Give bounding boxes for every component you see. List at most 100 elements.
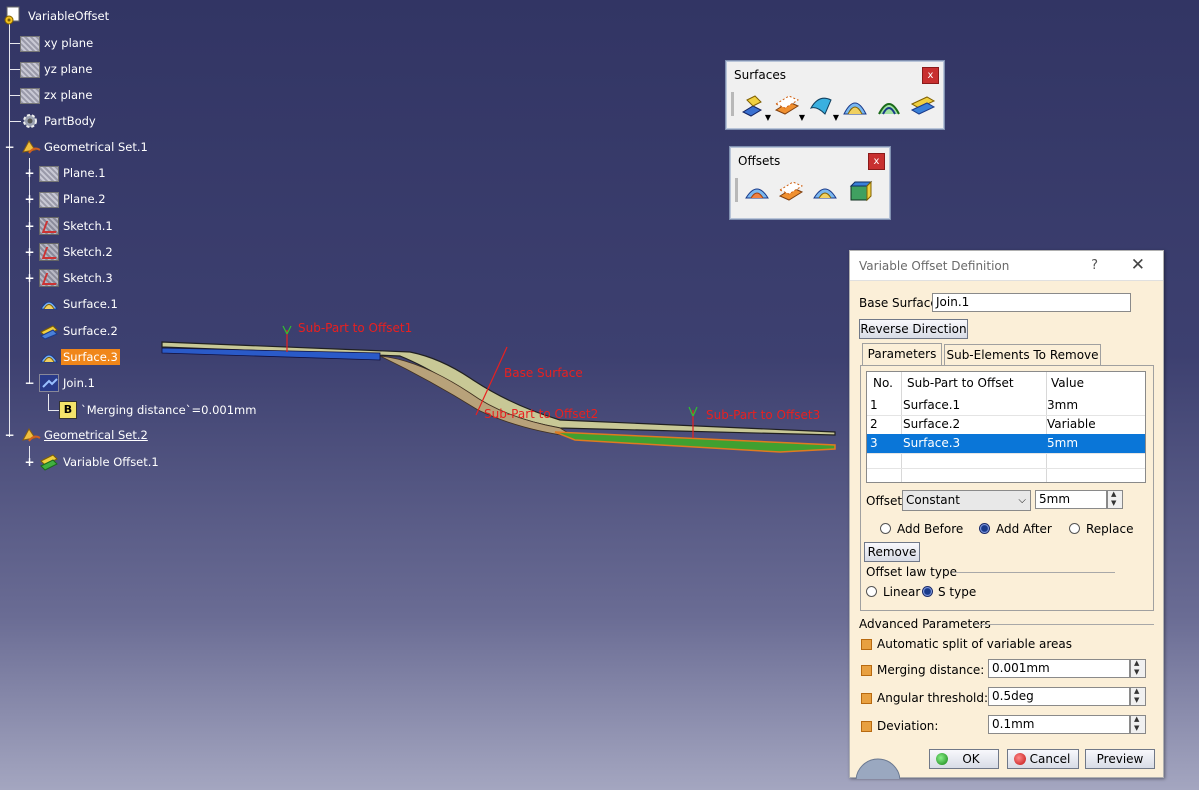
tree-item-partbody[interactable]: PartBody — [20, 111, 98, 131]
close-icon[interactable]: x — [922, 67, 939, 84]
tree-item-variable-offset-1[interactable]: Variable Offset.1 — [39, 452, 161, 472]
help-icon[interactable]: ? — [1091, 258, 1098, 273]
expand-icon[interactable]: + — [24, 272, 35, 284]
collapse-icon[interactable]: − — [4, 141, 15, 153]
tree-item-plane-1[interactable]: Plane.1 — [39, 163, 108, 183]
variable-offset-button[interactable] — [777, 178, 805, 206]
offset-value-spinner[interactable] — [1107, 490, 1123, 509]
tree-item-xy-plane[interactable]: xy plane — [20, 33, 95, 53]
expand-icon[interactable]: + — [24, 246, 35, 258]
ruled-surface-icon — [39, 322, 59, 340]
extrude-surface-icon — [39, 348, 59, 366]
expand-icon[interactable]: + — [24, 220, 35, 232]
thick-surface-button[interactable] — [845, 178, 873, 206]
row-value: 3mm — [1047, 398, 1079, 412]
add-before-radio[interactable] — [880, 523, 891, 534]
replace-radio[interactable] — [1069, 523, 1080, 534]
fill-button[interactable] — [841, 92, 869, 120]
tree-item-label: zx plane — [44, 88, 93, 102]
tree-item-join-1[interactable]: Join.1 — [39, 373, 97, 393]
dialog-titlebar[interactable]: Variable Offset Definition ? ✕ — [850, 251, 1163, 281]
add-after-radio[interactable] — [979, 523, 990, 534]
tree-item-plane-2[interactable]: Plane.2 — [39, 189, 108, 209]
blend-button[interactable] — [909, 92, 937, 120]
merging-distance-spinner[interactable] — [1130, 659, 1146, 678]
tab-parameters[interactable]: Parameters — [862, 343, 942, 365]
tree-item-surface-3[interactable]: Surface.3 — [39, 347, 120, 367]
sweep-button[interactable]: ▼ — [807, 92, 839, 122]
dropdown-arrow-icon[interactable]: ▼ — [765, 113, 771, 122]
tree-item-zx-plane[interactable]: zx plane — [20, 85, 94, 105]
tree-item-sketch-1[interactable]: Sketch.1 — [39, 216, 115, 236]
angular-threshold-spinner[interactable] — [1130, 687, 1146, 706]
linear-radio[interactable] — [866, 586, 877, 597]
ok-button[interactable]: OK — [929, 749, 999, 769]
row-divider — [867, 468, 1145, 469]
header-sub-part[interactable]: Sub-Part to Offset — [907, 374, 1014, 392]
tree-item-geometrical-set-2[interactable]: Geometrical Set.2 — [20, 425, 150, 445]
reverse-direction-button[interactable]: Reverse Direction — [859, 319, 968, 339]
table-row[interactable]: 1 Surface.1 3mm — [867, 396, 1145, 415]
auto-split-checkbox[interactable] — [861, 639, 872, 650]
offset-mode-select[interactable]: Constant ⌵ — [902, 490, 1031, 511]
multi-sections-button[interactable] — [875, 92, 903, 120]
tree-item-sketch-2[interactable]: Sketch.2 — [39, 242, 115, 262]
preview-button[interactable]: Preview — [1085, 749, 1155, 769]
header-value[interactable]: Value — [1051, 374, 1084, 392]
offset-surface-button[interactable] — [743, 178, 771, 206]
offset-value-field[interactable]: 5mm — [1035, 490, 1107, 509]
collapse-icon[interactable]: − — [4, 429, 15, 441]
tree-item-surface-2[interactable]: Surface.2 — [39, 321, 120, 341]
collapse-icon[interactable]: − — [24, 377, 35, 389]
tree-item-geometrical-set-1[interactable]: Geometrical Set.1 — [20, 137, 150, 157]
tree-item-surface-1[interactable]: Surface.1 — [39, 294, 120, 314]
deviation-checkbox[interactable] — [861, 721, 872, 732]
extrude-button[interactable]: ▼ — [739, 92, 771, 122]
catia-logo-icon — [855, 758, 900, 779]
row-value: 5mm — [1047, 436, 1079, 450]
expand-icon[interactable]: + — [24, 456, 35, 468]
offsets-toolbar[interactable]: Offsets x — [730, 147, 890, 219]
add-before-label: Add Before — [897, 522, 964, 536]
angular-threshold-field[interactable]: 0.5deg — [988, 687, 1130, 706]
tab-sub-elements-to-remove[interactable]: Sub-Elements To Remove — [944, 344, 1101, 366]
remove-button[interactable]: Remove — [864, 542, 920, 562]
rough-offset-button[interactable] — [811, 178, 839, 206]
s-type-radio[interactable] — [922, 586, 933, 597]
ok-label: OK — [962, 752, 980, 766]
blend-icon — [910, 96, 936, 115]
expand-icon[interactable]: + — [24, 167, 35, 179]
dropdown-arrow-icon[interactable]: ▼ — [799, 113, 805, 122]
merging-distance-checkbox[interactable] — [861, 665, 872, 676]
offset-surface-3[interactable] — [554, 431, 836, 453]
table-row-selected[interactable]: 3 Surface.3 5mm — [867, 434, 1145, 453]
variable-offset-dialog[interactable]: Variable Offset Definition ? ✕ Base Surf… — [849, 250, 1164, 779]
tree-item-label: xy plane — [44, 36, 94, 50]
deviation-spinner[interactable] — [1130, 715, 1146, 734]
surfaces-toolbar-title[interactable]: Surfaces x — [727, 62, 943, 88]
annotation-base-surface: Base Surface — [504, 366, 583, 380]
base-surface-field[interactable]: Join.1 — [932, 293, 1131, 312]
table-row[interactable]: 2 Surface.2 Variable — [867, 415, 1145, 434]
dropdown-arrow-icon[interactable]: ▼ — [833, 113, 839, 122]
geometrical-set-icon — [20, 138, 41, 156]
angular-threshold-checkbox[interactable] — [861, 693, 872, 704]
tree-item-sketch-3[interactable]: Sketch.3 — [39, 268, 115, 288]
close-icon[interactable]: x — [868, 153, 885, 170]
offsets-toolbar-title[interactable]: Offsets x — [731, 148, 889, 174]
offset-button[interactable]: ▼ — [773, 92, 805, 122]
tree-root[interactable]: VariableOffset — [2, 6, 111, 26]
deviation-field[interactable]: 0.1mm — [988, 715, 1130, 734]
plane-icon — [39, 192, 59, 208]
plane-icon — [39, 166, 59, 182]
tree-item-yz-plane[interactable]: yz plane — [20, 59, 94, 79]
cancel-button[interactable]: Cancel — [1007, 749, 1079, 769]
geometry-viewport[interactable] — [150, 300, 850, 470]
expand-icon[interactable]: + — [24, 193, 35, 205]
surfaces-toolbar[interactable]: Surfaces x ▼ ▼ ▼ — [726, 61, 944, 129]
sub-part-table[interactable]: No. Sub-Part to Offset Value 1 Surface.1… — [866, 371, 1146, 483]
sweep-icon — [809, 97, 832, 115]
close-icon[interactable]: ✕ — [1131, 255, 1145, 275]
merging-distance-field[interactable]: 0.001mm — [988, 659, 1130, 678]
header-no[interactable]: No. — [873, 374, 893, 392]
